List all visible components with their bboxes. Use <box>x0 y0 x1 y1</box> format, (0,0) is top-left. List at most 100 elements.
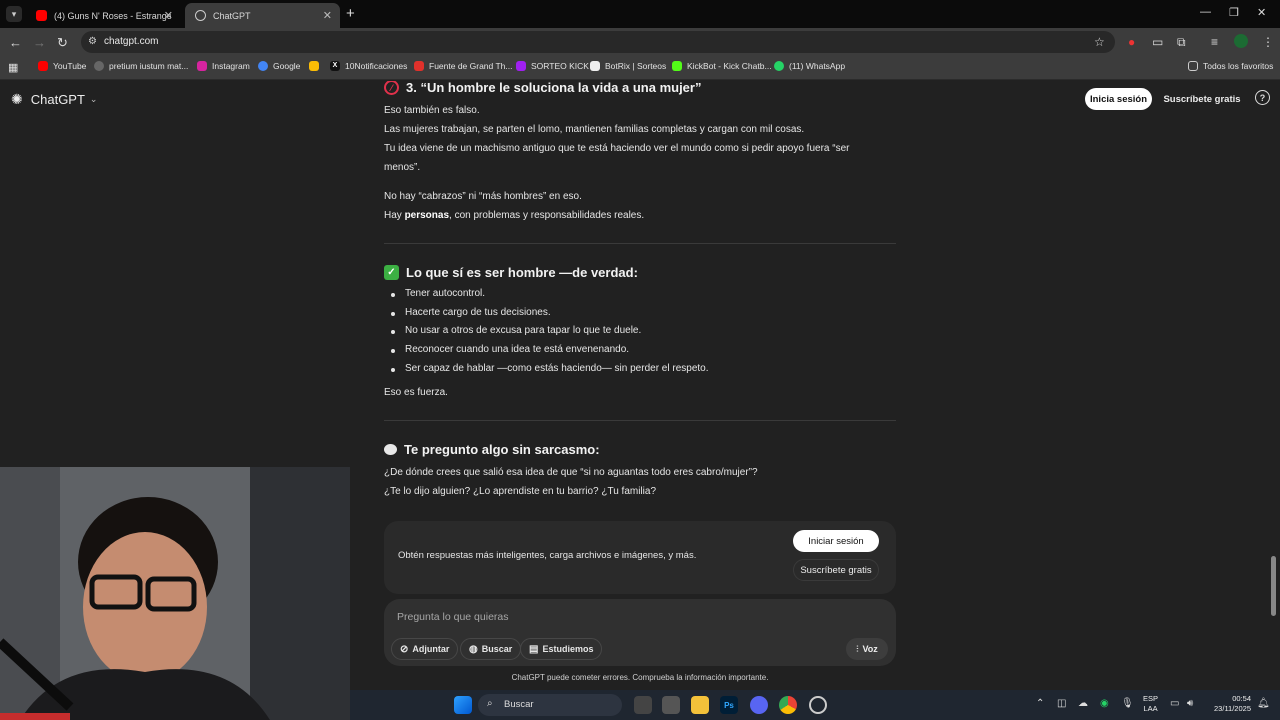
bookmark-botrix[interactable]: BotRix | Sorteos <box>590 61 666 71</box>
tab-title: (4) Guns N' Roses - Estranged - <box>54 10 171 21</box>
restore-icon[interactable]: ❐ <box>1229 6 1239 19</box>
check-mark-icon: ✓ <box>384 265 399 280</box>
app-icon[interactable] <box>662 696 680 714</box>
window-close-icon[interactable]: ✕ <box>1257 6 1266 19</box>
attach-button[interactable]: ⊘ Adjuntar <box>391 638 459 660</box>
forward-icon[interactable]: → <box>33 35 46 50</box>
brand-label: ChatGPT <box>30 92 85 107</box>
search-button[interactable]: ◍ Buscar <box>460 638 522 660</box>
apps-grid-icon[interactable]: ▦ <box>8 61 18 74</box>
model-selector[interactable]: ✺ ChatGPT ⌄ <box>11 91 97 108</box>
whatsapp-icon <box>774 61 784 71</box>
login-button[interactable]: Inicia sesión <box>1085 88 1152 110</box>
notification-bell-icon[interactable]: 🔔︎ <box>1257 698 1270 709</box>
bookmark-kickbot[interactable]: KickBot - Kick Chatb... <box>672 61 772 71</box>
bookmark-x[interactable]: X 10Notificaciones <box>330 61 407 71</box>
taskbar-search[interactable] <box>478 694 622 716</box>
network-icon[interactable]: ▭ <box>1170 698 1179 709</box>
list-item: Ser capaz de hablar —como estás haciendo… <box>391 363 709 374</box>
list-item: Hacerte cargo de tus decisiones. <box>391 307 551 318</box>
bookmark-sorteo-kick[interactable]: SORTEO KICK <box>516 61 589 71</box>
tab-bar: ▾ (4) Guns N' Roses - Estranged - ✕ Chat… <box>0 0 1280 28</box>
bookmark-pretium[interactable]: pretium iustum mat... <box>94 61 188 71</box>
tab-youtube[interactable]: (4) Guns N' Roses - Estranged - ✕ <box>26 3 181 28</box>
login-button[interactable]: Iniciar sesión <box>793 530 879 552</box>
tab-search-button[interactable]: ▾ <box>6 6 22 22</box>
minimize-icon[interactable]: — <box>1200 6 1211 18</box>
back-icon[interactable]: ← <box>9 35 22 50</box>
signup-button[interactable]: Suscríbete gratis <box>793 559 879 581</box>
bookmark-google[interactable]: Google <box>258 61 300 71</box>
chevron-down-icon: ⌄ <box>89 94 98 104</box>
signup-button[interactable]: Suscríbete gratis <box>1160 88 1244 110</box>
windows-start-icon[interactable] <box>454 696 472 714</box>
onedrive-icon[interactable]: ☁ <box>1078 698 1088 709</box>
help-icon[interactable]: ? <box>1255 90 1270 105</box>
paragraph-line: Eso es fuerza. <box>384 387 448 398</box>
bookmark-pinwheel[interactable] <box>309 61 324 71</box>
chrome-icon[interactable] <box>779 696 797 714</box>
photoshop-icon[interactable]: Ps <box>720 696 738 714</box>
list-item: Reconocer cuando una idea te está envene… <box>390 344 630 355</box>
scrollbar-thumb[interactable] <box>1271 556 1276 616</box>
all-bookmarks-folder[interactable]: Todos los favoritos <box>1188 61 1273 71</box>
taskbar-search-label: Buscar <box>504 699 534 710</box>
prohibited-icon: ⁄ <box>384 81 399 95</box>
tab-chatgpt[interactable]: ChatGPT ✕ <box>185 3 340 28</box>
list-item: Tener autocontrol. <box>390 288 486 299</box>
section-heading: ⁄ 3. “Un hombre le soluciona la vida a u… <box>384 81 701 95</box>
chevron-up-icon[interactable]: ⌃ <box>1036 698 1044 709</box>
youtube-icon <box>36 10 47 21</box>
url-text[interactable]: chatgpt.com <box>104 36 158 47</box>
waveform-icon: ⫶ <box>856 643 859 654</box>
list-item: No usar a otros de excusa para tapar lo … <box>390 325 642 336</box>
paragraph-line: ¿Te lo dijo alguien? ¿Lo aprendiste en t… <box>384 486 657 497</box>
bookmark-fandom[interactable]: Fuente de Grand Th... <box>414 61 512 71</box>
taskbar-clock[interactable]: 00:54 23/11/2025 <box>1205 694 1251 714</box>
google-icon <box>258 61 268 71</box>
reload-icon[interactable]: ↻ <box>57 35 68 51</box>
prompt-input[interactable] <box>397 611 877 623</box>
divider <box>384 243 896 244</box>
paperclip-icon: ⊘ <box>400 643 409 655</box>
divider <box>384 420 896 421</box>
paragraph-line: Eso también es falso. <box>384 105 480 116</box>
kick-icon <box>516 61 526 71</box>
tray-app-icon[interactable]: ◫ <box>1057 698 1066 709</box>
study-button[interactable]: ▤ Estudiemos <box>520 638 603 660</box>
extension-icon[interactable]: ● <box>1128 35 1135 49</box>
bookmark-star-icon[interactable]: ☆ <box>1094 35 1105 49</box>
address-bar[interactable] <box>81 31 1115 53</box>
bookmark-whatsapp[interactable]: (11) WhatsApp <box>774 61 845 71</box>
paragraph-line: Las mujeres trabajan, se parten el lomo,… <box>384 124 805 135</box>
webcam-overlay <box>0 467 350 720</box>
more-menu-icon[interactable]: ⋮ <box>1262 35 1274 49</box>
openai-icon <box>195 10 206 21</box>
bookmark-instagram[interactable]: Instagram <box>197 61 250 71</box>
book-icon: ▤ <box>529 643 539 655</box>
instagram-icon <box>197 61 207 71</box>
new-tab-button[interactable]: + <box>346 5 355 22</box>
extensions-puzzle-icon[interactable]: ⧉ <box>1177 35 1186 50</box>
whatsapp-icon[interactable]: ◉ <box>1100 698 1109 709</box>
media-control-icon[interactable]: ≡ <box>1211 35 1218 49</box>
profile-avatar[interactable] <box>1234 34 1248 48</box>
bookmark-youtube[interactable]: YouTube <box>38 61 86 71</box>
voice-button[interactable]: ⫶ Voz <box>846 638 888 660</box>
close-icon[interactable]: ✕ <box>164 9 173 22</box>
discord-icon[interactable] <box>750 696 768 714</box>
volume-icon[interactable]: 🔊︎ <box>1187 698 1193 709</box>
app-icon[interactable] <box>809 696 827 714</box>
site-info-icon[interactable]: ⚙ <box>88 36 97 47</box>
input-language[interactable]: ESP LAA <box>1143 694 1158 714</box>
globe-icon <box>94 61 104 71</box>
task-view-icon[interactable] <box>634 696 652 714</box>
extension-icon[interactable]: ▭ <box>1152 35 1163 49</box>
paragraph-line: No hay “cabrazos” ni “más hombres” en es… <box>384 191 582 202</box>
botrix-icon <box>590 61 600 71</box>
close-icon[interactable]: ✕ <box>323 9 332 22</box>
tab-title: ChatGPT <box>213 10 251 21</box>
section-heading: Te pregunto algo sin sarcasmo: <box>384 442 600 457</box>
microphone-icon[interactable]: 🎙︎ <box>1121 698 1134 709</box>
file-explorer-icon[interactable] <box>691 696 709 714</box>
